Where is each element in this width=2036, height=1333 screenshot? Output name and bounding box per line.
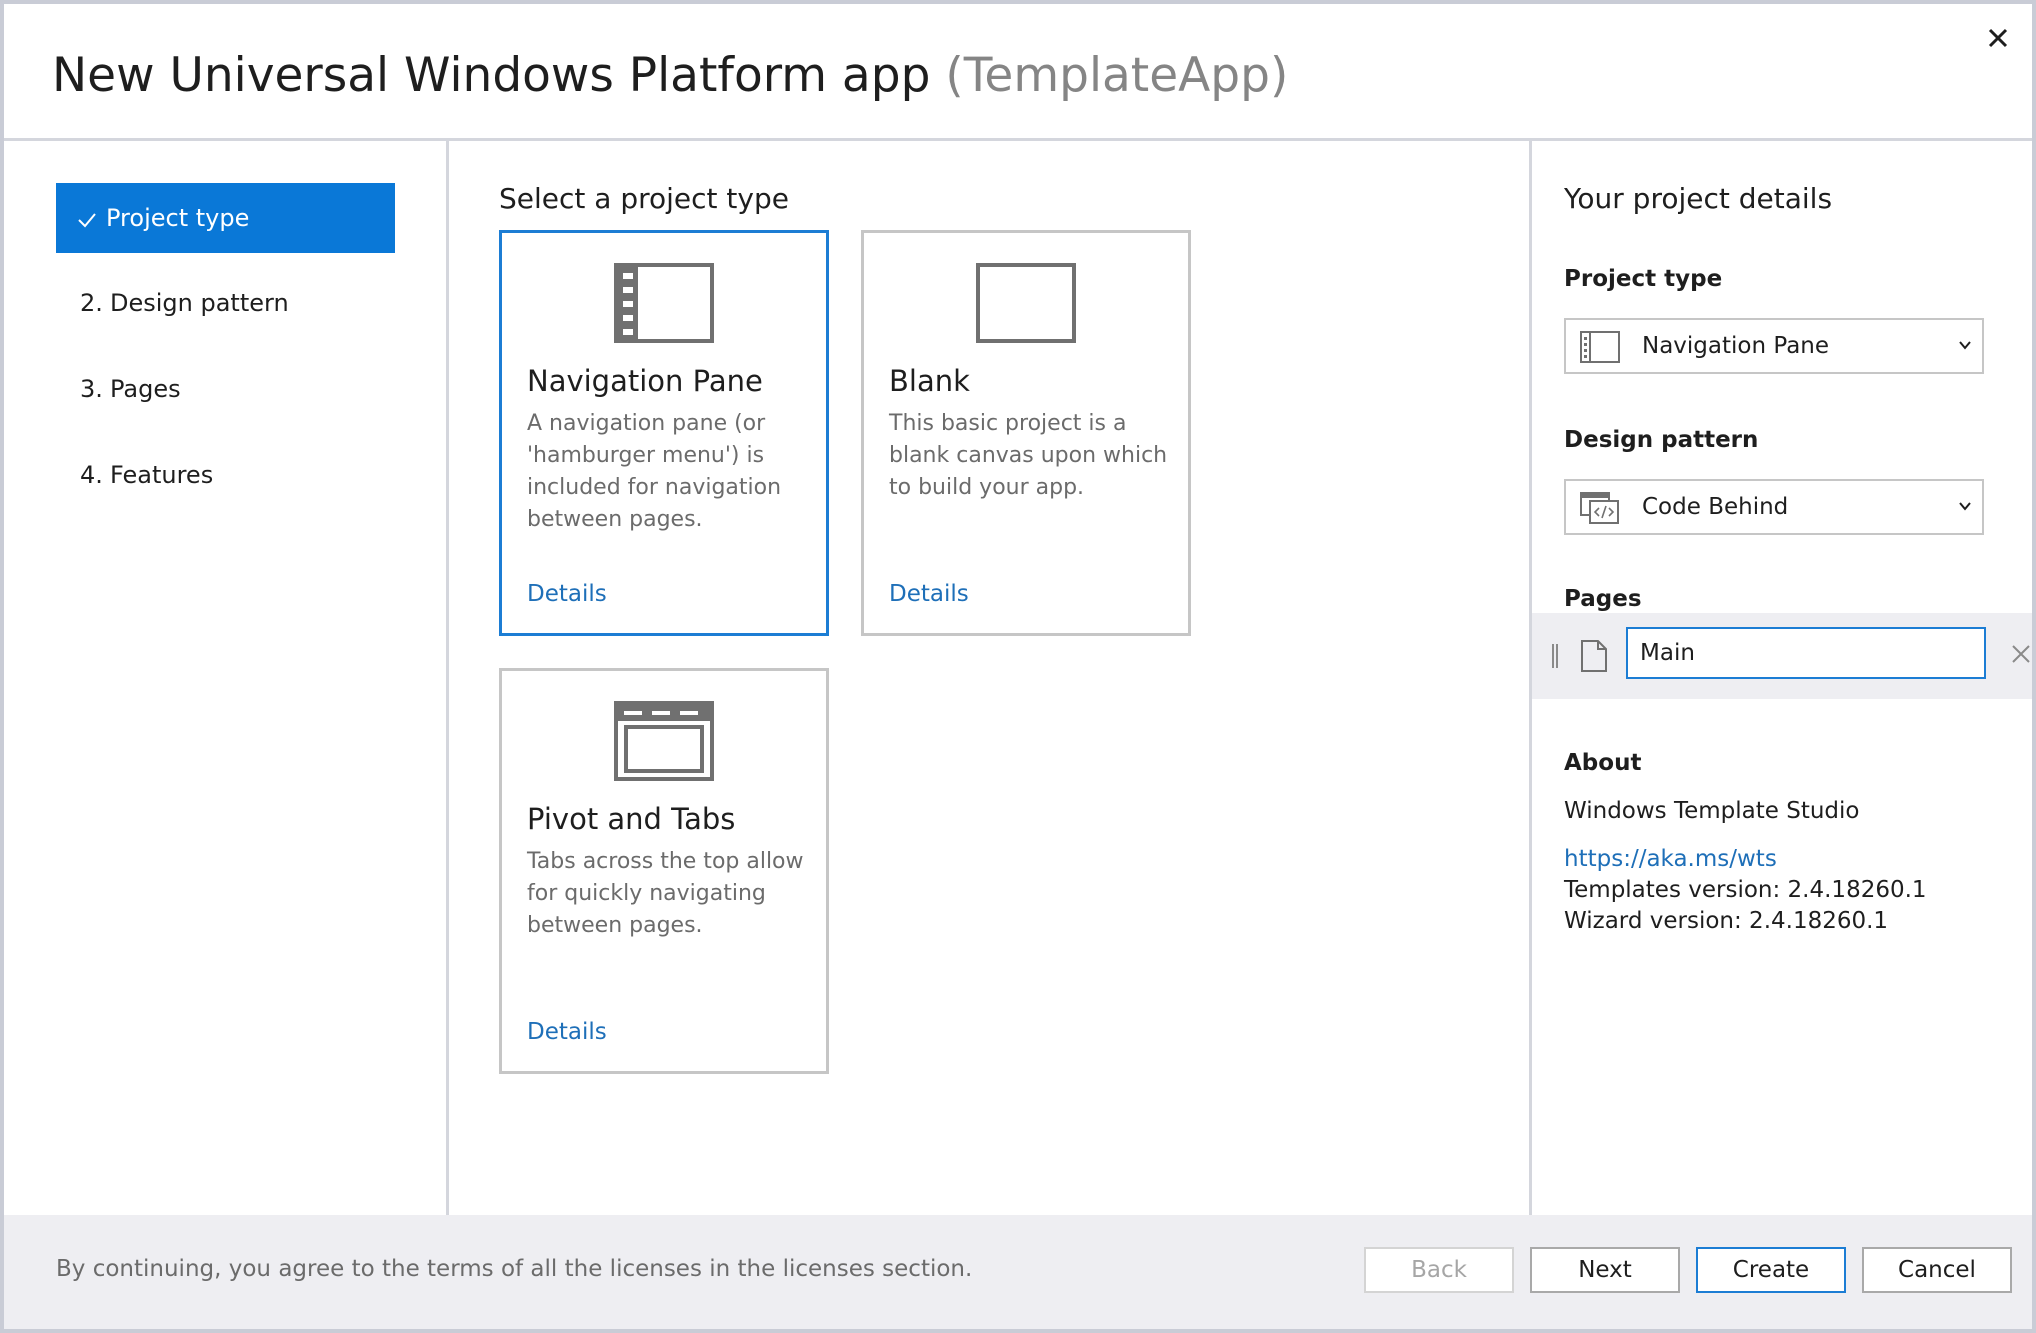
back-button[interactable]: Back — [1364, 1247, 1514, 1293]
blank-page-icon — [976, 263, 1076, 343]
page-icon — [1581, 640, 1607, 672]
navigation-pane-icon — [614, 263, 714, 343]
project-type-label: Project type — [1564, 266, 1723, 292]
step-label: Features — [110, 461, 214, 489]
card-description: A navigation pane (or 'hamburger menu') … — [527, 411, 782, 532]
details-link[interactable]: Details — [527, 1016, 607, 1048]
dialog-header: New Universal Windows Platform app (Temp… — [4, 4, 2032, 141]
about-product-name: Windows Template Studio — [1564, 798, 1860, 824]
wizard-version: Wizard version: 2.4.18260.1 — [1564, 908, 1889, 934]
project-type-panel: Select a project type Navigation Pane A … — [449, 141, 1532, 1215]
step-number: 2. — [80, 289, 103, 317]
drag-handle-icon[interactable] — [1550, 643, 1560, 669]
chevron-down-icon — [1959, 502, 1971, 511]
details-link[interactable]: Details — [889, 578, 969, 610]
step-pages[interactable]: 3. Pages — [56, 354, 395, 424]
design-pattern-value: Code Behind — [1642, 494, 1789, 520]
step-label: Project type — [106, 204, 250, 232]
close-button[interactable] — [1978, 18, 2018, 58]
card-description: Tabs across the top allow for quickly na… — [527, 849, 804, 938]
details-heading: Your project details — [1564, 182, 1833, 215]
card-title: Pivot and Tabs — [527, 802, 736, 836]
card-description: This basic project is a blank canvas upo… — [889, 411, 1168, 500]
remove-page-icon[interactable] — [2010, 643, 2032, 665]
dialog-footer: By continuing, you agree to the terms of… — [4, 1215, 2032, 1329]
step-project-type[interactable]: Project type — [56, 183, 395, 253]
checkmark-icon — [76, 184, 106, 254]
step-features[interactable]: 4. Features — [56, 440, 395, 510]
card-title: Navigation Pane — [527, 364, 763, 398]
card-blank[interactable]: Blank This basic project is a blank canv… — [861, 230, 1191, 636]
pivot-tabs-icon — [614, 701, 714, 781]
details-link[interactable]: Details — [527, 578, 607, 610]
pages-label: Pages — [1564, 586, 1642, 612]
project-type-value: Navigation Pane — [1642, 333, 1830, 359]
close-icon — [1988, 28, 2008, 48]
step-number: 3. — [80, 375, 103, 403]
card-title: Blank — [889, 364, 970, 398]
step-label: Pages — [110, 375, 181, 403]
design-pattern-label: Design pattern — [1564, 427, 1759, 453]
navigation-pane-icon — [1580, 331, 1620, 363]
code-behind-icon — [1580, 492, 1619, 524]
dialog-title: New Universal Windows Platform app (Temp… — [52, 46, 1288, 106]
project-type-dropdown[interactable]: Navigation Pane — [1564, 318, 1984, 374]
create-button[interactable]: Create — [1696, 1247, 1846, 1293]
cancel-button[interactable]: Cancel — [1862, 1247, 2012, 1293]
step-label: Design pattern — [110, 289, 289, 317]
about-label: About — [1564, 750, 1642, 776]
section-title: Select a project type — [499, 182, 789, 215]
step-design-pattern[interactable]: 2. Design pattern — [56, 268, 395, 338]
project-details-panel: Your project details Project type Naviga… — [1532, 141, 2032, 1215]
page-name-input[interactable]: Main — [1626, 627, 1986, 679]
next-button[interactable]: Next — [1530, 1247, 1680, 1293]
card-pivot-and-tabs[interactable]: Pivot and Tabs Tabs across the top allow… — [499, 668, 829, 1074]
wizard-window: New Universal Windows Platform app (Temp… — [0, 0, 2036, 1333]
dialog-title-main: New Universal Windows Platform app — [52, 48, 931, 103]
about-link[interactable]: https://aka.ms/wts — [1564, 843, 1777, 875]
page-row: Main — [1532, 613, 2032, 699]
templates-version: Templates version: 2.4.18260.1 — [1564, 877, 1927, 903]
license-terms-text: By continuing, you agree to the terms of… — [56, 1256, 973, 1282]
wizard-steps: Project type 2. Design pattern 3. Pages 4.… — [4, 141, 449, 1215]
step-number: 4. — [80, 461, 103, 489]
card-navigation-pane[interactable]: Navigation Pane A navigation pane (or 'h… — [499, 230, 829, 636]
chevron-down-icon — [1959, 341, 1971, 350]
dialog-title-project: (TemplateApp) — [945, 48, 1289, 103]
design-pattern-dropdown[interactable]: Code Behind — [1564, 479, 1984, 535]
